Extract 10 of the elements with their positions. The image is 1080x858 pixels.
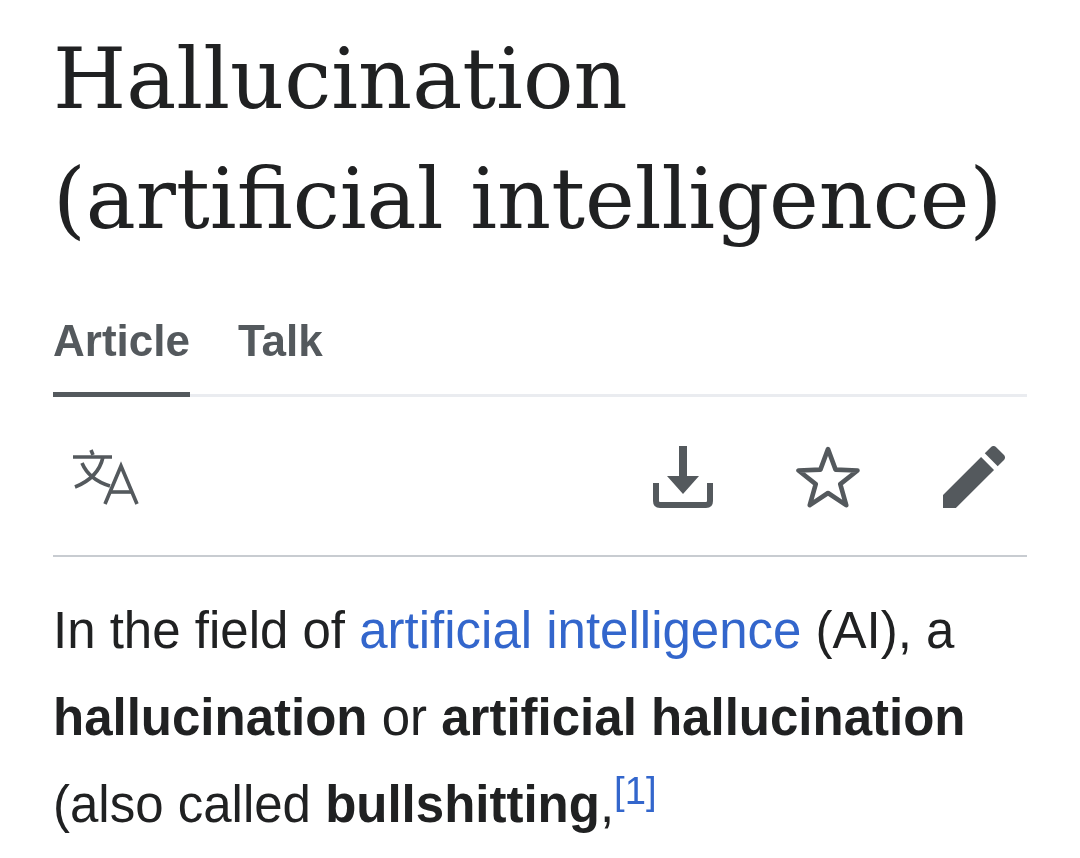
tab[interactable]: Talk <box>237 316 323 397</box>
translate-icon[interactable] <box>72 448 140 506</box>
edit-icon[interactable] <box>943 446 1005 508</box>
page-title: Hallucination (artificial intelligence) <box>53 29 1004 250</box>
download-icon[interactable] <box>653 446 713 508</box>
article-link[interactable]: artificial intelligence <box>359 602 802 659</box>
star-icon[interactable] <box>796 446 860 508</box>
intro-paragraph: In the field of artificial intelligence (AI), a hallucination or artificial hallucination (also called bullshitting,$^{[1]}$ <box>53 601 967 835</box>
footnote-link[interactable]: [1] <box>614 769 657 812</box>
tab[interactable]: Article <box>53 316 190 397</box>
